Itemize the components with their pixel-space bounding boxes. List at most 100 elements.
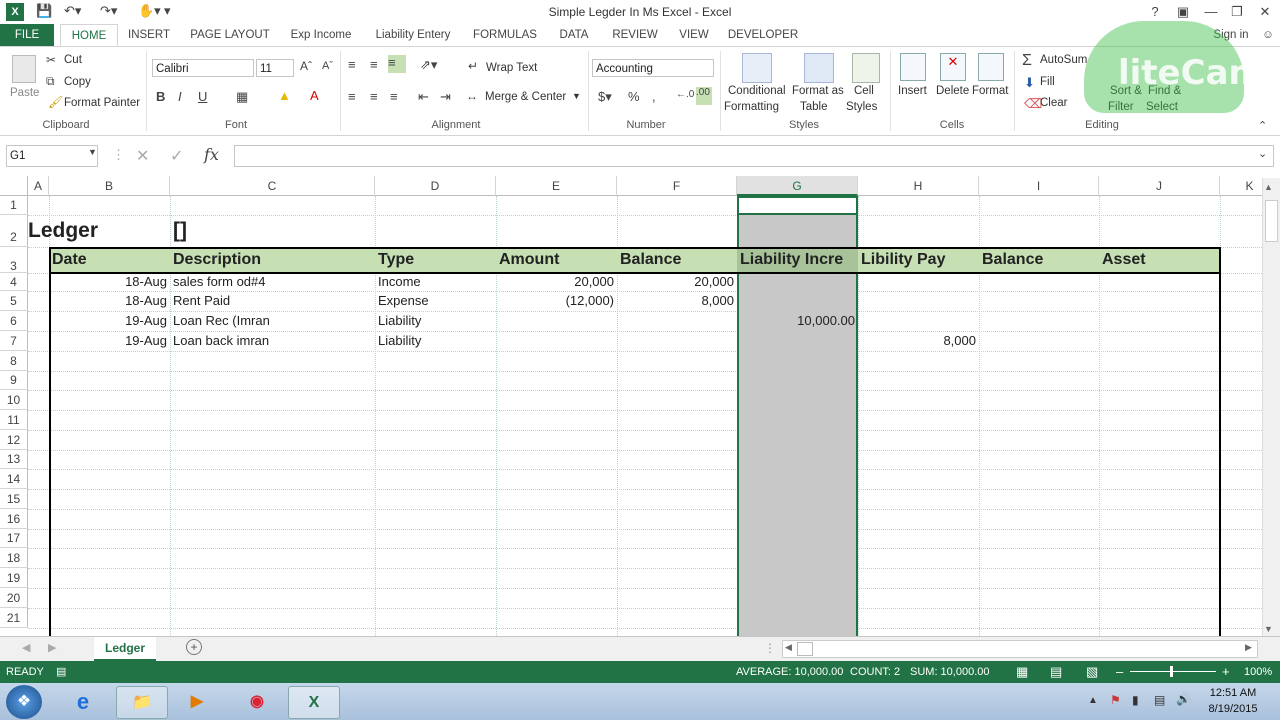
cell-balance-r6[interactable] (617, 311, 737, 331)
clear-button[interactable]: Clear (1040, 97, 1067, 109)
percent-icon[interactable]: % (628, 89, 640, 104)
cell-type-r6[interactable]: Liability (375, 311, 496, 331)
show-hidden-icons[interactable]: ▲ (1088, 695, 1098, 706)
row-header-10[interactable]: 10 (0, 390, 28, 410)
row-header-6[interactable]: 6 (0, 311, 28, 331)
row-header-3[interactable]: 3 (0, 247, 28, 273)
autosum-button[interactable]: AutoSum (1040, 54, 1087, 66)
table-header-6[interactable]: Libility Pay (858, 247, 979, 273)
next-sheet-icon[interactable]: ▶ (48, 641, 56, 654)
cancel-icon[interactable]: ✕ (136, 146, 149, 166)
zoom-slider[interactable] (1130, 671, 1216, 672)
formula-input[interactable] (234, 145, 1274, 167)
number-format-select[interactable]: Accounting (592, 59, 714, 77)
help-icon[interactable]: ? (1142, 2, 1168, 22)
name-box[interactable]: G1 (6, 145, 98, 167)
orientation-icon[interactable]: ⇗▾ (420, 57, 437, 73)
cell-desc-r7[interactable]: Loan back imran (170, 331, 375, 351)
scroll-right-icon[interactable]: ▶ (1245, 642, 1252, 653)
row-header-2[interactable]: 2 (0, 215, 28, 247)
merge-dropdown-icon[interactable]: ▼ (572, 91, 581, 101)
tab-review[interactable]: REVIEW (608, 24, 662, 46)
table-header-2[interactable]: Type (375, 247, 496, 273)
tab-splitter-icon[interactable]: ⋮ (764, 641, 776, 655)
row-header-21[interactable]: 21 (0, 608, 28, 628)
normal-view-icon[interactable]: ▦ (1016, 664, 1028, 680)
row-header-9[interactable]: 9 (0, 371, 28, 390)
underline-icon[interactable]: U (198, 89, 207, 104)
row-header-18[interactable]: 18 (0, 548, 28, 568)
cell-liability-r5[interactable] (737, 291, 858, 311)
align-right-icon[interactable]: ≡ (390, 89, 398, 104)
cell-amount-r5[interactable]: (12,000) (496, 291, 617, 311)
row-header-13[interactable]: 13 (0, 450, 28, 469)
decrease-indent-icon[interactable]: ⇤ (418, 89, 429, 105)
new-sheet-icon[interactable]: + (186, 639, 202, 655)
start-button-icon[interactable]: ❖ (6, 685, 42, 719)
row-header-5[interactable]: 5 (0, 291, 28, 311)
merge-center-button[interactable]: Merge & Center (485, 91, 566, 103)
ribbon-display-icon[interactable]: ▣ (1170, 2, 1196, 22)
cell-pay-r7[interactable]: 8,000 (858, 331, 979, 351)
format-button[interactable]: Format (972, 85, 1008, 97)
account-icon[interactable]: ☺ (1258, 24, 1278, 46)
expand-formula-bar-icon[interactable]: ⌄ (1258, 147, 1267, 160)
zoom-in-icon[interactable]: + (1222, 664, 1230, 679)
table-header-3[interactable]: Amount (496, 247, 617, 273)
row-header-1[interactable]: 1 (0, 196, 28, 215)
comma-icon[interactable]: , (652, 89, 656, 104)
format-as-table-button[interactable]: Format as (792, 85, 844, 97)
table-header-8[interactable]: Asset (1099, 247, 1220, 273)
align-center-icon[interactable]: ≡ (370, 89, 378, 104)
active-cell-g1[interactable] (737, 196, 858, 215)
row-header-12[interactable]: 12 (0, 430, 28, 450)
cell-type-r5[interactable]: Expense (375, 291, 496, 311)
cell-pay-r5[interactable] (858, 291, 979, 311)
currency-icon[interactable]: $▾ (598, 89, 612, 105)
table-header-0[interactable]: Date (49, 247, 170, 273)
cell-date-r4[interactable]: 18-Aug (49, 273, 170, 291)
table-header-5[interactable]: Liability Incre (737, 247, 858, 273)
row-header-15[interactable]: 15 (0, 489, 28, 509)
tab-data[interactable]: DATA (552, 24, 596, 46)
network-icon[interactable]: ▤ (1154, 693, 1165, 707)
increase-decimal-icon[interactable]: ←.0 (676, 89, 694, 100)
fill-color-icon[interactable]: ▲ (278, 88, 291, 103)
macro-record-icon[interactable]: ▤ (56, 665, 66, 678)
tab-page-layout[interactable]: PAGE LAYOUT (186, 24, 274, 46)
cell-type-r4[interactable]: Income (375, 273, 496, 291)
cell-balance-r5[interactable]: 8,000 (617, 291, 737, 311)
row-header-8[interactable]: 8 (0, 351, 28, 371)
column-header-g[interactable]: G (737, 176, 858, 196)
tray-flag-icon[interactable]: ⚑ (1110, 693, 1121, 707)
cell-liability-r6[interactable]: 10,000.00 (737, 311, 858, 331)
cell-liability-r4[interactable] (737, 273, 858, 291)
scroll-left-icon[interactable]: ◀ (785, 642, 792, 653)
table-header-4[interactable]: Balance (617, 247, 737, 273)
delete-button[interactable]: Delete (936, 85, 969, 97)
horizontal-scrollbar[interactable]: ◀ ▶ (782, 640, 1258, 658)
cell-b2-ledger-title[interactable]: Ledger (28, 215, 170, 247)
row-header-14[interactable]: 14 (0, 469, 28, 489)
insert-button[interactable]: Insert (898, 85, 927, 97)
copy-button[interactable]: Copy (64, 76, 91, 88)
italic-icon[interactable]: I (178, 89, 182, 104)
scroll-down-icon[interactable]: ▼ (1264, 624, 1273, 634)
vertical-scrollbar[interactable]: ▲ ▼ (1262, 178, 1280, 636)
column-header-k[interactable]: K (1220, 176, 1262, 196)
column-header-f[interactable]: F (617, 176, 737, 196)
fill-button[interactable]: Fill (1040, 76, 1055, 88)
bold-icon[interactable]: B (156, 89, 165, 104)
tab-view[interactable]: VIEW (672, 24, 716, 46)
font-name-select[interactable]: Calibri (152, 59, 254, 77)
cell-desc-r6[interactable]: Loan Rec (Imran (170, 311, 375, 331)
cell-pay-r6[interactable] (858, 311, 979, 331)
column-header-i[interactable]: I (979, 176, 1099, 196)
column-header-b[interactable]: B (49, 176, 170, 196)
cell-desc-r4[interactable]: sales form od#4 (170, 273, 375, 291)
tab-exp-income[interactable]: Exp Income (284, 24, 358, 46)
cell-amount-r6[interactable] (496, 311, 617, 331)
shrink-font-icon[interactable]: Aˇ (322, 60, 333, 72)
paste-button[interactable]: Paste (10, 87, 39, 99)
worksheet-grid[interactable]: ABCDEFGHIJK 1 2 3 4 5 6 7 8 9 10 11 12 13 14 15 16 17 18 1… (0, 176, 1262, 636)
